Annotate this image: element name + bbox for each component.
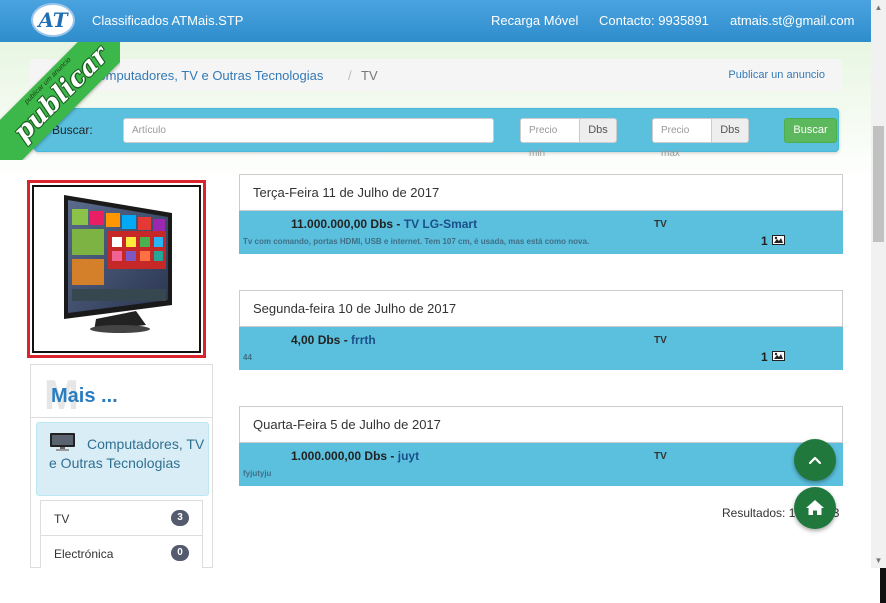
nav-email[interactable]: atmais.st@gmail.com xyxy=(730,13,854,28)
search-panel: Buscar: Artículo Precio min Dbs Precio m… xyxy=(34,108,839,159)
price-min-currency: Dbs xyxy=(579,118,617,143)
category-item-electronica[interactable]: Electrónica 0 xyxy=(40,535,203,571)
nav-contacto[interactable]: Contacto: 9935891 xyxy=(599,13,709,28)
listing-price: 11.000.000,00 Dbs - TV LG-Smart xyxy=(291,217,478,231)
nav-recarga-movel[interactable]: Recarga Móvel xyxy=(491,13,578,28)
bottom-strip xyxy=(0,568,886,603)
day-date-header: Terça-Feira 11 de Julho de 2017 xyxy=(239,174,843,211)
listing-image-count: 1 xyxy=(761,234,768,248)
breadcrumb-separator: / xyxy=(348,68,352,83)
bottom-edge xyxy=(880,568,886,603)
publish-ad-link[interactable]: Publicar un anuncio xyxy=(728,69,825,81)
category-panel-header[interactable]: Computadores, TV e Outras Tecnologias xyxy=(36,422,209,496)
listing-category: TV xyxy=(654,219,667,230)
listing-category: TV xyxy=(654,451,667,462)
category-item-tv[interactable]: TV 3 xyxy=(40,500,203,536)
price-max-input[interactable]: Precio max xyxy=(652,118,712,159)
listing-price: 1.000.000,00 Dbs - juyt xyxy=(291,449,420,463)
listing-description: 44 xyxy=(243,353,252,362)
scroll-down-arrow[interactable]: ▼ xyxy=(871,553,886,568)
day-date-header: Segunda-feira 10 de Julho de 2017 xyxy=(239,290,843,327)
listing-price: 4,00 Dbs - frrth xyxy=(291,333,376,347)
day-date-header: Quarta-Feira 5 de Julho de 2017 xyxy=(239,406,843,443)
mais-title[interactable]: Mais ... xyxy=(51,385,118,408)
home-icon xyxy=(806,500,824,515)
listing-description: fyjutyju xyxy=(243,469,272,478)
category-count-badge: 0 xyxy=(171,545,189,561)
breadcrumb: Computadores, TV e Outras Tecnologias / … xyxy=(30,59,842,91)
category-item-label: Electrónica xyxy=(54,547,114,561)
publicar-ribbon[interactable]: publicar um anuncio publicar xyxy=(0,42,120,160)
search-button[interactable]: Buscar xyxy=(784,118,837,143)
day-group: Segunda-feira 10 de Julho de 2017 4,00 D… xyxy=(239,290,843,370)
vertical-scrollbar[interactable]: ▲ ▼ xyxy=(871,0,886,568)
category-item-label: TV xyxy=(54,512,70,526)
search-article-input[interactable]: Artículo xyxy=(123,118,494,143)
logo-text: AT xyxy=(38,8,68,32)
price-min-input[interactable]: Precio min xyxy=(520,118,580,159)
top-navbar: AT Classificados ATMais.STP Recarga Móve… xyxy=(0,0,871,42)
day-group: Quarta-Feira 5 de Julho de 2017 1.000.00… xyxy=(239,406,843,486)
breadcrumb-current: TV xyxy=(361,68,378,83)
image-icon xyxy=(772,351,785,361)
category-panel-title: Computadores, TV e Outras Tecnologias xyxy=(49,436,205,471)
mais-box: M Mais ... xyxy=(30,364,213,418)
listing-row[interactable]: 11.000.000,00 Dbs - TV LG-Smart TV Tv co… xyxy=(239,211,843,254)
scroll-up-arrow[interactable]: ▲ xyxy=(871,0,886,15)
listing-title-link[interactable]: frrth xyxy=(351,333,376,347)
listing-category: TV xyxy=(654,335,667,346)
category-count-badge: 3 xyxy=(171,510,189,526)
listing-title-link[interactable]: juyt xyxy=(398,449,419,463)
site-logo[interactable]: AT xyxy=(31,3,75,37)
home-button[interactable] xyxy=(794,487,836,529)
day-group: Terça-Feira 11 de Julho de 2017 11.000.0… xyxy=(239,174,843,254)
listing-row[interactable]: 4,00 Dbs - frrth TV 44 1 xyxy=(239,327,843,370)
price-max-currency: Dbs xyxy=(711,118,749,143)
site-brand-link[interactable]: Classificados ATMais.STP xyxy=(92,13,243,28)
scroll-to-top-button[interactable] xyxy=(794,439,836,481)
tv-image xyxy=(64,195,172,333)
listing-row[interactable]: 1.000.000,00 Dbs - juyt TV fyjutyju xyxy=(239,443,843,486)
listing-image-count: 1 xyxy=(761,350,768,364)
breadcrumb-category-link[interactable]: Computadores, TV e Outras Tecnologias xyxy=(89,68,323,83)
category-panel: Computadores, TV e Outras Tecnologias TV… xyxy=(30,418,213,571)
scrollbar-thumb[interactable] xyxy=(873,126,884,242)
listing-title-link[interactable]: TV LG-Smart xyxy=(404,217,477,231)
image-icon xyxy=(772,235,785,245)
listing-description: Tv com comando, portas HDMI, USB e inter… xyxy=(243,237,590,246)
chevron-up-icon xyxy=(808,456,822,465)
tv-ad-banner[interactable] xyxy=(27,180,206,358)
